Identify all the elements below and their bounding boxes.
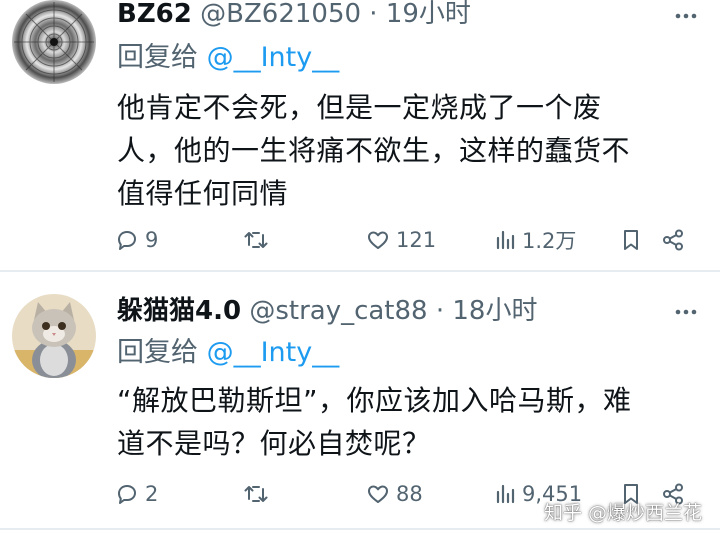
user-handle[interactable]: @BZ621050 [200, 0, 361, 29]
tweet-header: BZ62 @BZ621050 · 19小时 [117, 0, 471, 32]
more-icon[interactable] [672, 298, 700, 326]
separator-dot: · [435, 296, 445, 326]
timestamp[interactable]: 19小时 [386, 0, 471, 29]
like-count: 88 [396, 482, 423, 506]
bookmark-button[interactable] [620, 222, 642, 258]
reply-label: 回复给 [117, 337, 198, 368]
like-icon [368, 231, 388, 249]
retweet-icon [244, 486, 268, 502]
reply-label: 回复给 [117, 42, 198, 73]
watermark: 知乎 @爆炒西兰花 [543, 502, 702, 524]
user-handle[interactable]: @stray_cat88 [249, 296, 427, 326]
reply-count: 2 [145, 482, 159, 506]
like-count: 121 [396, 228, 437, 252]
views-count: 1.2万 [522, 229, 577, 253]
display-name[interactable]: 躲猫猫4.0 [117, 296, 241, 326]
tweet-divider [0, 528, 720, 530]
more-icon[interactable] [672, 2, 700, 30]
bookmark-icon [624, 230, 638, 250]
reply-context: 回复给 @__Inty__ [117, 335, 339, 371]
tweet-text: “解放巴勒斯坦”，你应该加入哈马斯，难 道不是吗？何必自焚呢？ [117, 379, 682, 465]
text-line: 人，他的一生将痛不欲生，这样的蠢货不 [117, 134, 631, 167]
views-icon [496, 484, 515, 504]
views-button[interactable]: 1.2万 [494, 222, 576, 258]
reply-to-link[interactable]: @__Inty__ [207, 42, 340, 73]
reply-icon [118, 485, 136, 504]
reply-to-link[interactable]: @__Inty__ [207, 337, 340, 368]
timestamp[interactable]: 18小时 [452, 296, 537, 326]
retweet-button[interactable] [243, 476, 275, 512]
tweet[interactable]: BZ62 @BZ621050 · 19小时 回复给 @__Inty__ 他肯定不… [0, 0, 720, 270]
share-icon [663, 229, 683, 251]
text-line: 值得任何同情 [117, 177, 289, 210]
reply-count: 9 [145, 228, 159, 252]
retweet-button[interactable] [243, 222, 275, 258]
text-line: 他肯定不会死，但是一定烧成了一个废 [117, 91, 602, 124]
text-line: “解放巴勒斯坦”，你应该加入哈马斯，难 [117, 384, 632, 417]
separator-dot: · [369, 0, 378, 29]
views-icon [496, 230, 515, 250]
action-bar: 9 121 1.2万 [0, 222, 720, 258]
reply-button[interactable]: 2 [115, 476, 158, 512]
display-name[interactable]: BZ62 [117, 0, 192, 29]
reply-context: 回复给 @__Inty__ [117, 40, 339, 76]
reply-button[interactable]: 9 [115, 222, 158, 258]
tweet[interactable]: 躲猫猫4.0 @stray_cat88 · 18小时 回复给 @__Inty__… [0, 272, 720, 530]
tweet-text: 他肯定不会死，但是一定烧成了一个废 人，他的一生将痛不欲生，这样的蠢货不 值得任… [117, 86, 682, 215]
avatar[interactable] [12, 0, 96, 84]
share-button[interactable] [661, 222, 685, 258]
tweet-header: 躲猫猫4.0 @stray_cat88 · 18小时 [117, 293, 537, 329]
like-icon [368, 485, 388, 503]
reply-icon [118, 231, 136, 250]
like-button[interactable]: 88 [366, 476, 423, 512]
text-line: 道不是吗？何必自焚呢？ [117, 427, 431, 460]
avatar[interactable] [12, 294, 96, 378]
retweet-icon [244, 232, 268, 248]
like-button[interactable]: 121 [366, 222, 436, 258]
